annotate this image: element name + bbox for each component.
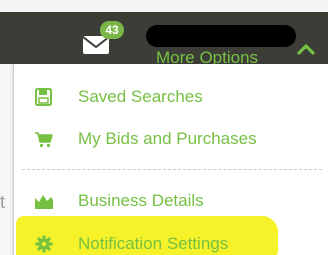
header-bar: 43 More Options: [0, 12, 328, 67]
bar-chart-icon: [35, 195, 53, 209]
menu-item-label: Notification Settings: [78, 234, 229, 253]
redacted-user-name: [146, 25, 296, 47]
screenshot-root: 43 More Options t Saved Searches My Bids…: [0, 0, 328, 255]
menu-item-saved-searches[interactable]: Saved Searches: [14, 80, 328, 114]
menu-item-business-details[interactable]: Business Details: [14, 184, 328, 218]
menu-item-label: Business Details: [78, 191, 204, 210]
mail-count-badge: 43: [100, 21, 124, 39]
save-icon: [35, 88, 52, 106]
menu-item-my-bids-and-purchases[interactable]: My Bids and Purchases: [14, 122, 328, 156]
gear-icon: [35, 235, 53, 253]
chevron-up-icon[interactable]: [296, 42, 316, 56]
background-page-fragment: t: [0, 64, 13, 255]
background-page-text: t: [0, 192, 6, 212]
menu-item-label: Saved Searches: [78, 87, 203, 106]
menu-item-notification-settings[interactable]: Notification Settings: [14, 227, 328, 255]
more-options-dropdown: Saved Searches My Bids and Purchases Bus…: [13, 64, 328, 255]
cart-icon: [35, 132, 53, 148]
menu-item-label: My Bids and Purchases: [78, 129, 257, 148]
menu-divider: [22, 169, 322, 170]
